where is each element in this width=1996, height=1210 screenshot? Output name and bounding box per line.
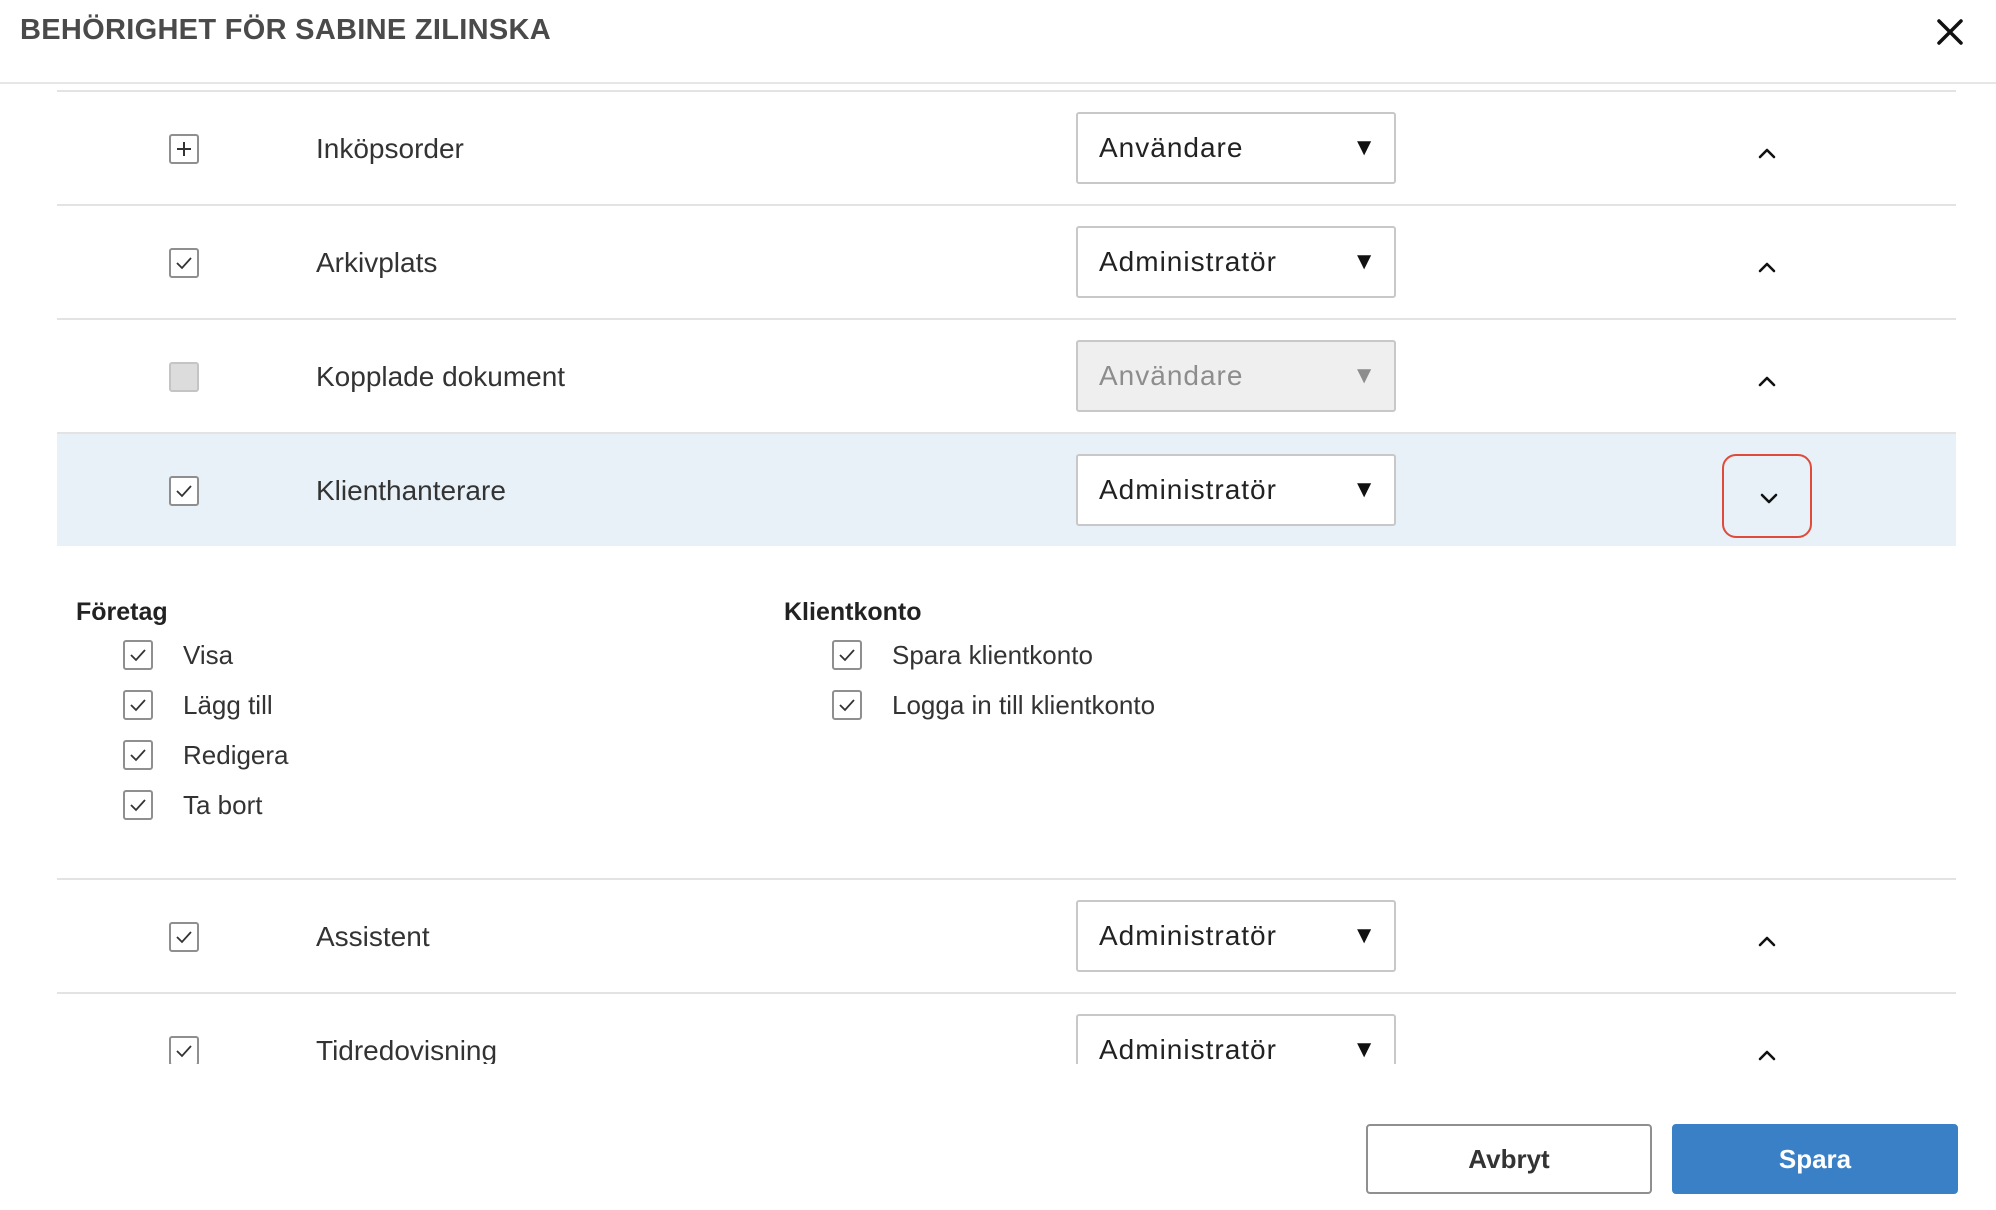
permission-row-tidredovisning: Tidredovisning Administratör ▼ [57, 992, 1956, 1064]
row-checkbox[interactable] [169, 476, 199, 506]
row-label: Inköpsorder [316, 133, 464, 164]
permission-checkbox[interactable] [832, 690, 862, 720]
dialog-footer: Avbryt Spara [0, 1064, 1996, 1210]
group-title-foretag: Företag [76, 598, 168, 626]
permission-label: Logga in till klientkonto [892, 690, 1156, 720]
chevron-up-icon [1758, 262, 1776, 273]
role-select-value: Administratör [1099, 920, 1277, 951]
collapse-button[interactable] [1722, 340, 1812, 424]
select-arrow-icon: ▼ [1352, 362, 1376, 389]
row-label: Kopplade dokument [316, 361, 566, 392]
row-checkbox[interactable] [169, 1036, 199, 1064]
permission-checkbox[interactable] [123, 740, 153, 770]
row-checkbox-partial[interactable] [169, 134, 199, 164]
group-title-klientkonto: Klientkonto [784, 598, 922, 626]
check-icon [130, 749, 146, 762]
select-arrow-icon: ▼ [1352, 1036, 1376, 1063]
check-icon [130, 649, 146, 662]
row-checkbox[interactable] [169, 248, 199, 278]
check-icon [130, 699, 146, 712]
permission-checkbox[interactable] [123, 790, 153, 820]
collapse-button[interactable] [1722, 900, 1812, 984]
role-select-value: Administratör [1099, 474, 1277, 505]
permission-label: Lägg till [183, 690, 273, 720]
collapse-button[interactable] [1722, 112, 1812, 196]
permission-row-assistent: Assistent Administratör ▼ [57, 878, 1956, 992]
row-label: Klienthanterare [316, 475, 506, 506]
check-icon [839, 649, 855, 662]
collapse-button[interactable] [1722, 1014, 1812, 1064]
collapse-button[interactable] [1722, 226, 1812, 310]
check-icon [176, 931, 192, 944]
permission-checkbox[interactable] [123, 690, 153, 720]
role-select[interactable]: Administratör ▼ [1076, 226, 1396, 298]
row-label: Tidredovisning [316, 1035, 498, 1064]
role-select-value: Administratör [1099, 1034, 1277, 1064]
chevron-down-icon [1760, 493, 1778, 504]
row-label: Assistent [316, 921, 430, 952]
check-icon [839, 699, 855, 712]
role-select-value: Användare [1099, 360, 1244, 391]
permission-row-kopplade-dokument: Kopplade dokument Användare ▼ [57, 318, 1956, 432]
chevron-up-icon [1758, 376, 1776, 387]
select-arrow-icon: ▼ [1352, 134, 1376, 161]
save-button[interactable]: Spara [1672, 1124, 1958, 1194]
role-select[interactable]: Användare ▼ [1076, 112, 1396, 184]
chevron-up-icon [1758, 936, 1776, 947]
select-arrow-icon: ▼ [1352, 248, 1376, 275]
role-select-value: Användare [1099, 132, 1244, 163]
expand-button[interactable] [1722, 454, 1812, 538]
permission-checkbox[interactable] [123, 640, 153, 670]
permission-label: Spara klientkonto [892, 640, 1093, 670]
permission-row-inkopsorder: Inköpsorder Användare ▼ [57, 90, 1956, 204]
row-checkbox-disabled [169, 362, 199, 392]
permission-row-arkivplats: Arkivplats Administratör ▼ [57, 204, 1956, 318]
plus-icon [177, 142, 191, 156]
role-select-disabled: Användare ▼ [1076, 340, 1396, 412]
role-select[interactable]: Administratör ▼ [1076, 1014, 1396, 1064]
check-icon [176, 257, 192, 270]
select-arrow-icon: ▼ [1352, 476, 1376, 503]
check-icon [176, 485, 192, 498]
check-icon [130, 799, 146, 812]
close-icon [1937, 19, 1963, 45]
row-checkbox[interactable] [169, 922, 199, 952]
permission-row-klienthanterare: Klienthanterare Administratör ▼ [57, 432, 1956, 546]
chevron-up-icon [1758, 1050, 1776, 1061]
dialog-header: BEHÖRIGHET FÖR SABINE ZILINSKA [0, 0, 1996, 84]
permission-label: Redigera [183, 740, 289, 770]
close-button[interactable] [1930, 12, 1970, 52]
permission-label: Visa [183, 640, 234, 670]
select-arrow-icon: ▼ [1352, 922, 1376, 949]
permission-list: Inköpsorder Användare ▼ Arkivplats Admin… [0, 84, 1996, 1064]
permission-label: Ta bort [183, 790, 263, 820]
row-label: Arkivplats [316, 247, 438, 278]
chevron-up-icon [1758, 148, 1776, 159]
role-select[interactable]: Administratör ▼ [1076, 454, 1396, 526]
check-icon [176, 1045, 192, 1058]
permission-details-panel: Företag Visa Lägg till Redigera Ta bort [57, 548, 1956, 880]
role-select[interactable]: Administratör ▼ [1076, 900, 1396, 972]
permission-checkbox[interactable] [832, 640, 862, 670]
cancel-button[interactable]: Avbryt [1366, 1124, 1652, 1194]
role-select-value: Administratör [1099, 246, 1277, 277]
dialog-title: BEHÖRIGHET FÖR SABINE ZILINSKA [20, 14, 552, 46]
